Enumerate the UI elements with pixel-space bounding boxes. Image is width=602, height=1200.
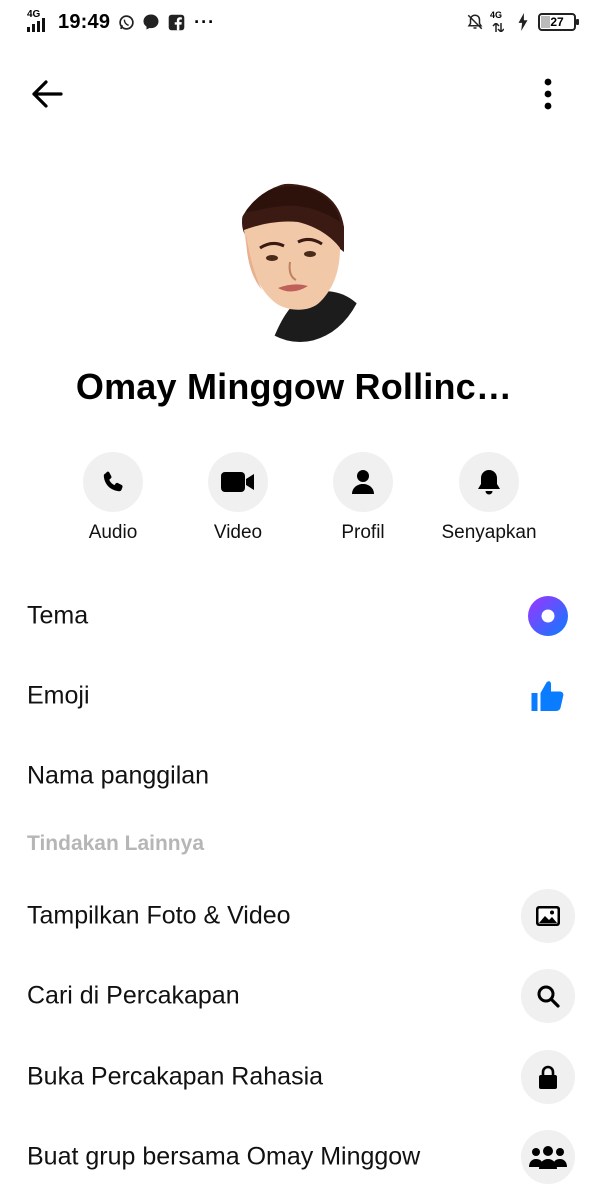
video-call-circle[interactable]: [208, 452, 268, 512]
lock-icon: [521, 1050, 575, 1104]
nickname-label: Nama panggilan: [27, 761, 210, 790]
theme-gradient-icon: [521, 589, 575, 643]
more-actions-title: Tindakan Lainnya: [27, 832, 204, 855]
secret-conversation-label: Buka Percakapan Rahasia: [27, 1062, 324, 1091]
facebook-icon: [167, 13, 185, 31]
status-bar: 4G 19:49 ··· 4G 27: [0, 0, 602, 46]
video-call-button[interactable]: Video: [178, 452, 298, 544]
theme-row[interactable]: Tema: [0, 585, 602, 647]
back-button[interactable]: [25, 74, 69, 114]
search-conversation-label: Cari di Percakapan: [27, 981, 240, 1010]
image-icon: [521, 889, 575, 943]
search-icon: [521, 969, 575, 1023]
theme-label: Tema: [27, 601, 89, 630]
more-notifications-icon: ···: [194, 11, 216, 32]
network-type-right-icon: 4G: [490, 11, 508, 33]
phone-icon: [103, 471, 123, 492]
whatsapp-icon: [117, 13, 135, 31]
profile-label: Profil: [341, 522, 385, 543]
search-conversation-row[interactable]: Cari di Percakapan: [0, 965, 602, 1027]
secret-conversation-row[interactable]: Buka Percakapan Rahasia: [0, 1046, 602, 1108]
battery-level: 27: [550, 15, 564, 29]
view-photos-videos-row[interactable]: Tampilkan Foto & Video: [0, 885, 602, 947]
profile-name: Omay Minggow Rollinc…: [75, 366, 513, 407]
battery-icon: 27: [538, 13, 579, 31]
more-options-button[interactable]: [528, 74, 568, 114]
thumbs-up-icon: [521, 669, 575, 723]
view-photos-videos-label: Tampilkan Foto & Video: [27, 901, 291, 930]
profile-avatar[interactable]: [232, 182, 368, 342]
status-bar-left: 4G 19:49 ···: [27, 10, 215, 34]
mute-label: Senyapkan: [441, 522, 537, 543]
profile-circle[interactable]: [333, 452, 393, 512]
quick-actions: Audio Video Profil Senyapkan: [0, 452, 602, 552]
mute-circle[interactable]: [459, 452, 519, 512]
network-type-right: 4G: [490, 10, 503, 20]
create-group-row[interactable]: Buat grup bersama Omay Minggow: [0, 1126, 602, 1188]
signal-icon: 4G: [27, 10, 51, 34]
emoji-label: Emoji: [27, 681, 90, 710]
emoji-row[interactable]: Emoji: [0, 665, 602, 727]
clock: 19:49: [58, 10, 111, 33]
create-group-label: Buat grup bersama Omay Minggow: [27, 1142, 421, 1171]
charging-icon: [514, 13, 532, 31]
video-label: Video: [213, 522, 263, 543]
bell-off-icon: [466, 13, 484, 31]
bell-icon: [478, 470, 500, 495]
nickname-row[interactable]: Nama panggilan: [0, 745, 602, 807]
audio-label: Audio: [88, 522, 138, 543]
more-vertical-icon: [544, 78, 552, 110]
audio-call-button[interactable]: Audio: [53, 452, 173, 544]
video-camera-icon: [221, 472, 254, 492]
audio-call-circle[interactable]: [83, 452, 143, 512]
group-icon: [521, 1130, 575, 1184]
arrow-left-icon: [32, 80, 63, 108]
profile-button[interactable]: Profil: [303, 452, 423, 544]
person-icon: [352, 470, 374, 494]
messenger-icon: [142, 13, 160, 31]
mute-button[interactable]: Senyapkan: [429, 452, 549, 544]
status-bar-right: 4G 27: [466, 11, 579, 33]
